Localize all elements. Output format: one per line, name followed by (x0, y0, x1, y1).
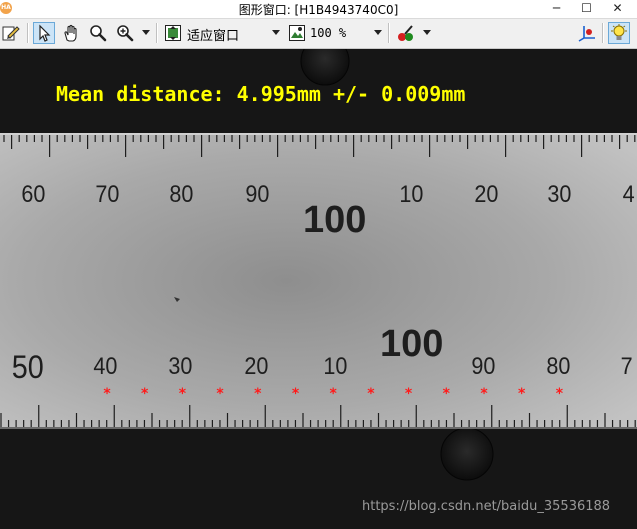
upper-scale-label: 90 (245, 181, 270, 208)
fit-mode-select-value[interactable]: 适应窗口 (187, 25, 239, 44)
ruler-image (0, 49, 637, 481)
hand-icon (64, 24, 77, 42)
zoom-in-icon (117, 25, 134, 42)
zoom-mode-dropdown-arrow[interactable] (142, 30, 150, 35)
edge-marker: * (291, 386, 300, 402)
fit-window-icon (165, 25, 181, 41)
watermark-url: https://blog.csdn.net/baidu_35536188 (362, 499, 611, 514)
upper-scale-label: 4 (622, 181, 635, 208)
toolbar-separator (27, 23, 29, 43)
toolbar-separator (388, 23, 390, 43)
zoom-percent-button[interactable] (286, 22, 308, 44)
maximize-button[interactable]: ☐ (573, 0, 600, 18)
upper-scale-label: 30 (547, 181, 572, 208)
upper-scale-label: 20 (474, 181, 499, 208)
lower-scale-label: 7 (620, 353, 633, 380)
lower-scale-label: 20 (244, 353, 269, 380)
select-pointer-button[interactable] (33, 22, 55, 44)
pointer-icon (39, 24, 51, 42)
edge-marker: * (518, 386, 526, 402)
zoom-percent-dropdown-arrow[interactable] (374, 30, 382, 35)
color-dropdown-arrow[interactable] (423, 30, 431, 35)
measurement-result: Mean distance: 4.995mm +/- 0.009mm (56, 82, 466, 106)
upper-scale-label: 10 (399, 181, 424, 208)
paint-icon (398, 25, 413, 41)
axes-icon (578, 26, 595, 42)
pan-hand-button[interactable] (60, 22, 82, 44)
edge-marker: * (103, 386, 111, 402)
lower-scale-label: 50 (11, 349, 44, 385)
minimize-button[interactable]: ─ (543, 0, 570, 18)
edge-marker: * (178, 386, 187, 402)
upper-major-label: 100 (303, 199, 367, 241)
fit-mode-dropdown-arrow[interactable] (272, 30, 280, 35)
upper-scale-label: 80 (169, 181, 194, 208)
coordinate-axes-button[interactable] (576, 22, 598, 44)
zoom-percent-select-value[interactable]: 100 % (310, 26, 346, 40)
lower-major-label: 100 (380, 323, 444, 365)
pen-icon (2, 26, 20, 41)
edge-marker: * (480, 386, 488, 402)
zoom-button[interactable] (87, 22, 109, 44)
edge-marker: * (141, 386, 149, 402)
zoom-in-button[interactable] (114, 22, 136, 44)
lower-scale-label: 30 (168, 353, 193, 380)
toolbar-separator (602, 23, 604, 43)
edge-marker: * (404, 386, 413, 402)
color-settings-button[interactable] (395, 22, 417, 44)
edge-marker: * (442, 386, 450, 402)
toolbar: 适应窗口 100 % (0, 19, 637, 49)
lower-scale-label: 40 (93, 353, 118, 380)
edge-marker: * (329, 386, 337, 402)
title-bar: HA 图形窗口: [H1B4943740C0] ─ ☐ ✕ (0, 0, 637, 19)
edge-marker: * (555, 386, 564, 402)
lightbulb-icon (611, 24, 627, 40)
help-hint-button[interactable] (608, 22, 630, 44)
upper-scale-label: 60 (21, 181, 46, 208)
magnifier-icon (90, 25, 107, 42)
fit-window-button[interactable] (162, 22, 184, 44)
image-zoom-icon (289, 25, 305, 41)
edge-marker: * (367, 386, 375, 402)
window-title: 图形窗口: [H1B4943740C0] (238, 3, 399, 17)
close-button[interactable]: ✕ (604, 0, 631, 18)
edge-marker: * (254, 386, 262, 402)
lower-scale-label: 80 (546, 353, 571, 380)
lower-scale-label: 10 (323, 353, 348, 380)
image-canvas[interactable]: 100 100 60 70 80 90 10 20 30 4 50 40 30 20 10 90 80 7 … (0, 49, 637, 529)
upper-scale-label: 70 (95, 181, 120, 208)
lower-scale-label: 90 (471, 353, 496, 380)
draw-pen-button[interactable] (0, 22, 22, 44)
edge-marker: * (216, 386, 224, 402)
toolbar-separator (156, 23, 158, 43)
